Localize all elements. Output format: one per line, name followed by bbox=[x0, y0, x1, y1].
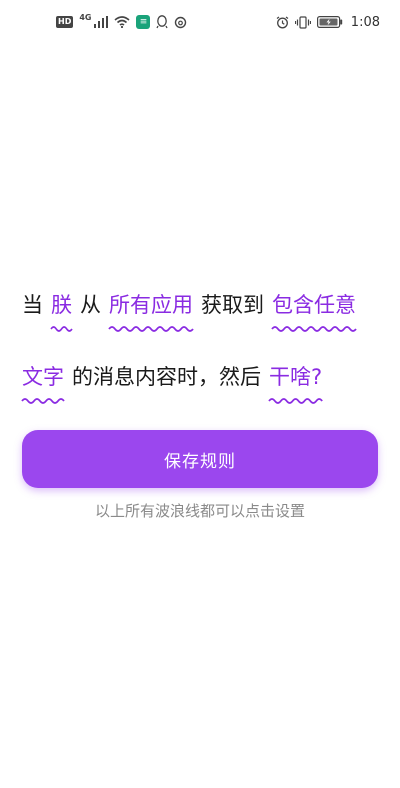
qq-icon bbox=[156, 15, 169, 29]
rule-action-label: 干啥? bbox=[269, 365, 323, 389]
status-bar: HD 4G ≡ 1:08 bbox=[0, 0, 400, 44]
status-left: HD 4G ≡ bbox=[56, 13, 187, 29]
rule-action-option[interactable]: 干啥? bbox=[268, 362, 323, 406]
rule-who-label: 朕 bbox=[51, 293, 72, 317]
rule-who-option[interactable]: 朕 bbox=[50, 290, 73, 334]
signal-icon bbox=[94, 15, 109, 29]
rule-text-option-continued[interactable]: 文字 bbox=[21, 362, 65, 406]
status-time: 1:08 bbox=[350, 14, 380, 30]
wavy-underline bbox=[271, 326, 357, 332]
rule-text-label-a: 包含任意 bbox=[272, 293, 356, 317]
save-rule-button[interactable]: 保存规则 bbox=[22, 430, 378, 488]
hd-icon: HD bbox=[56, 16, 74, 28]
rule-text-label-b: 文字 bbox=[22, 365, 64, 389]
rule-middle-text: 的消息内容时，然后 bbox=[72, 365, 261, 389]
app-notification-icon: ≡ bbox=[136, 15, 151, 29]
rule-apps-label: 所有应用 bbox=[109, 293, 193, 317]
rule-sentence: 当 朕 从 所有应用 获取到 包含任意 文字 的消息内容时，然后 干啥? bbox=[21, 290, 382, 406]
vibrate-icon bbox=[294, 15, 311, 29]
rule-text-option[interactable]: 包含任意 bbox=[271, 290, 357, 334]
rule-apps-option[interactable]: 所有应用 bbox=[108, 290, 194, 334]
rule-get-text: 获取到 bbox=[201, 293, 264, 317]
network-type-label: 4G bbox=[79, 13, 92, 22]
hint-text: 以上所有波浪线都可以点击设置 bbox=[94, 502, 305, 520]
wavy-underline bbox=[21, 398, 65, 404]
rule-prefix-text: 当 bbox=[22, 293, 43, 317]
battery-charging-icon bbox=[316, 15, 343, 29]
rule-line-1: 当 朕 从 所有应用 获取到 包含任意 bbox=[22, 290, 382, 334]
netease-icon bbox=[174, 15, 187, 29]
wavy-underline bbox=[108, 326, 194, 332]
status-right: 1:08 bbox=[276, 15, 380, 30]
rule-line-2: 文字 的消息内容时，然后 干啥? bbox=[21, 362, 382, 406]
wavy-underline bbox=[50, 326, 73, 332]
rule-from-text: 从 bbox=[80, 293, 101, 317]
alarm-icon bbox=[276, 15, 289, 29]
wifi-icon bbox=[114, 15, 131, 29]
wavy-underline bbox=[268, 398, 323, 404]
